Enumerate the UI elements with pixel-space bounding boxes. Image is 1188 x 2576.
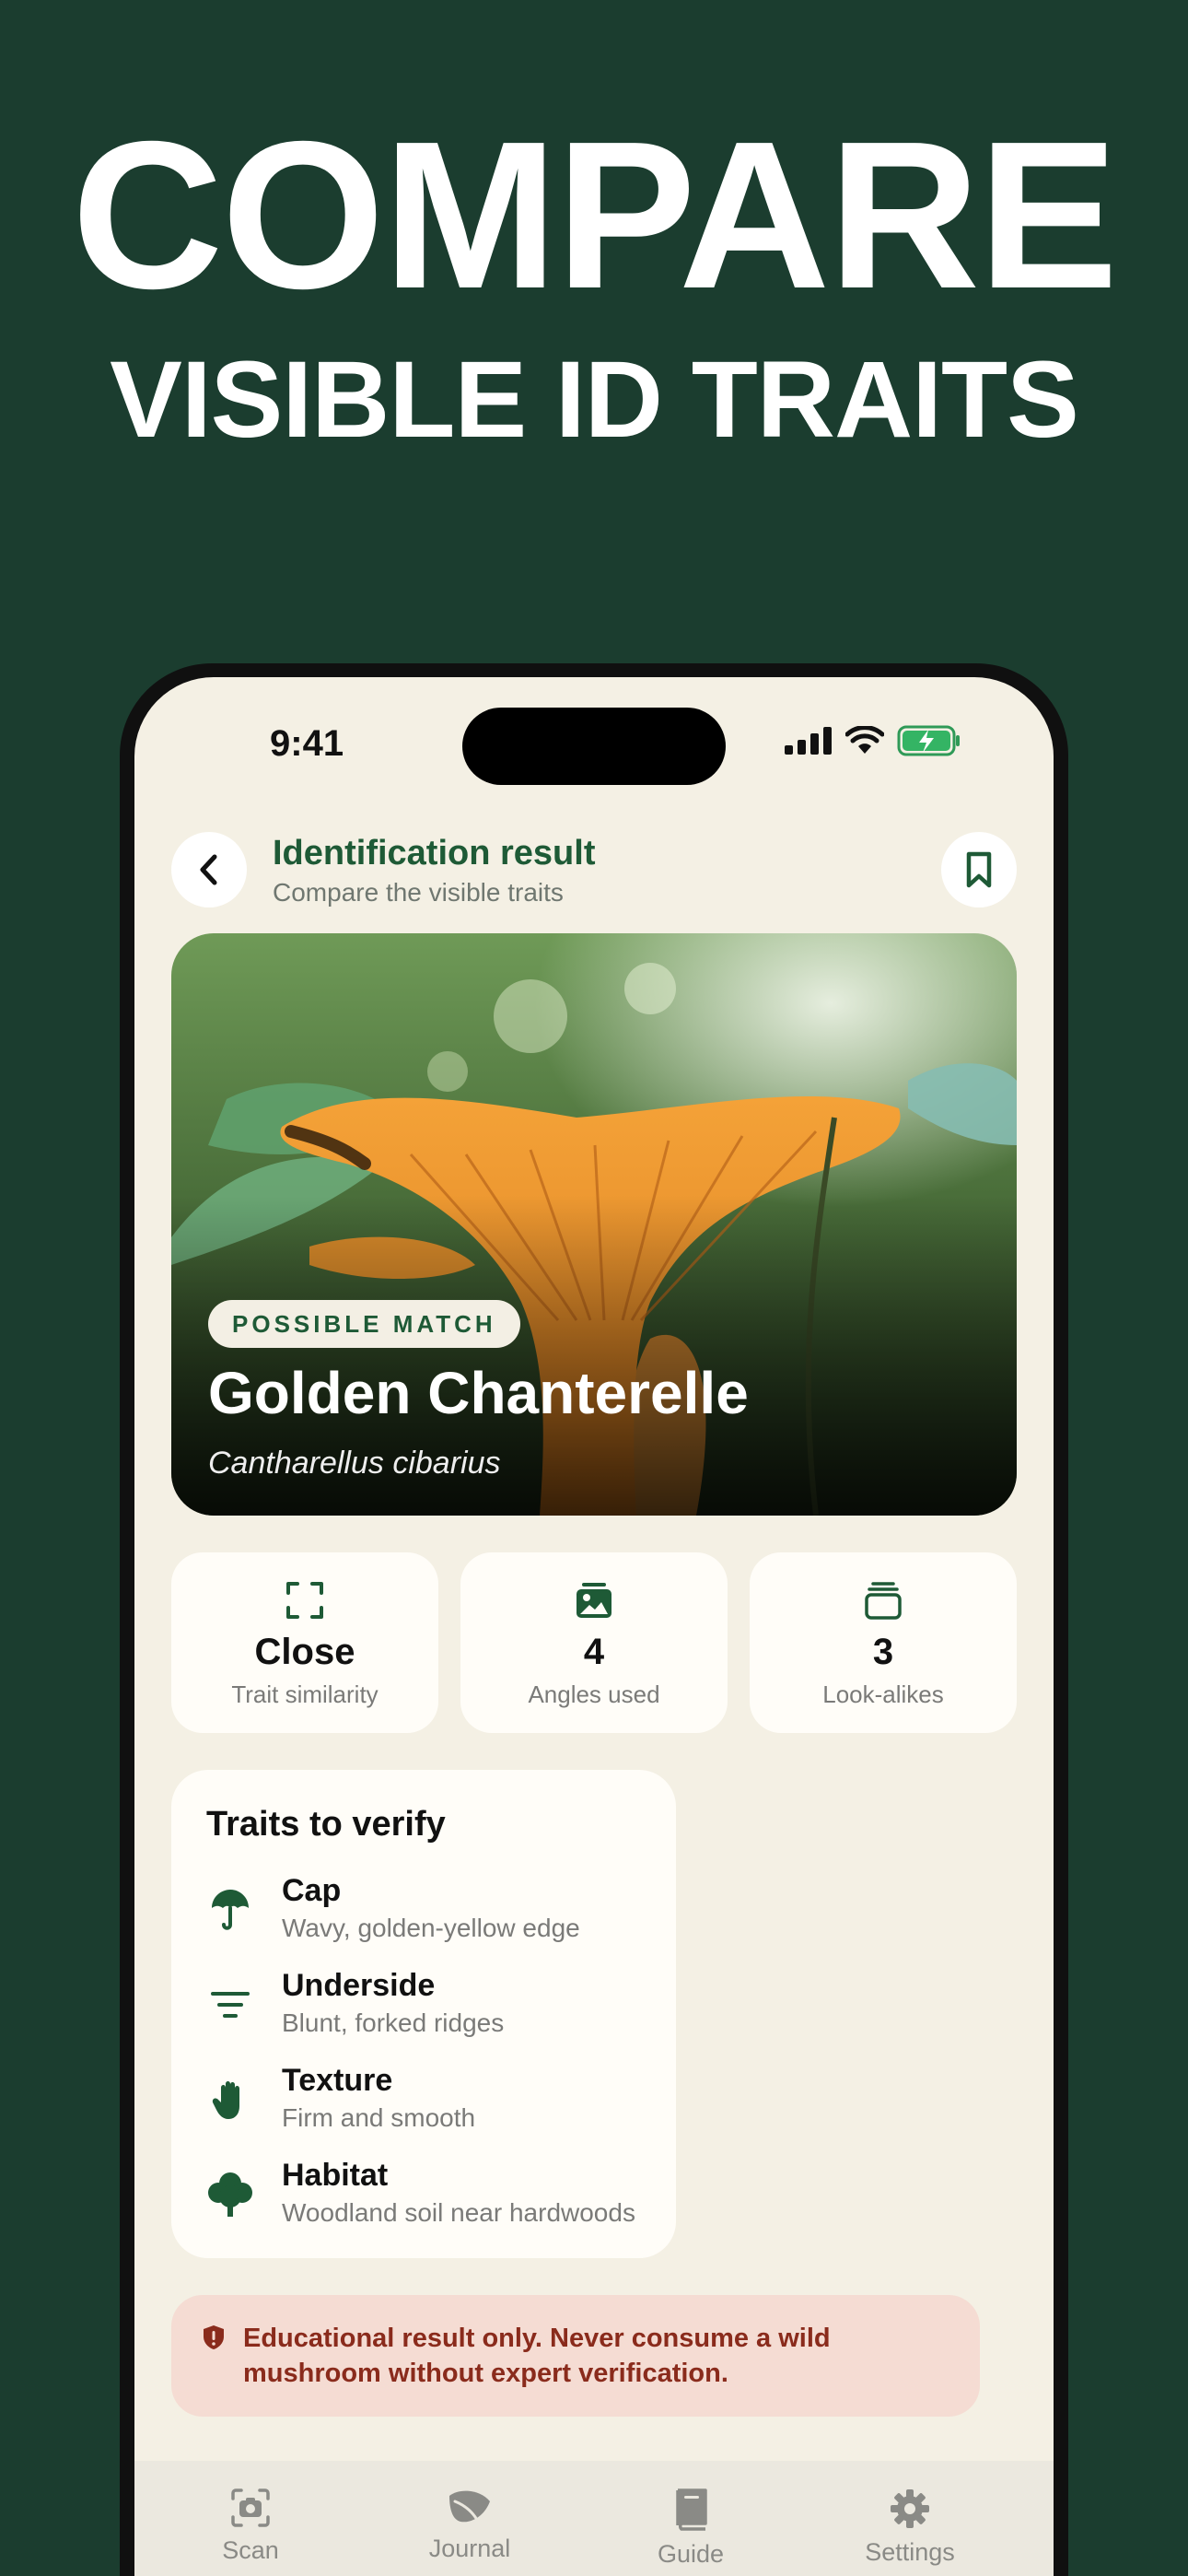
species-scientific-name: Cantharellus cibarius (208, 1446, 501, 1481)
trait-name: Texture (282, 2063, 393, 2098)
trait-row-texture[interactable]: Texture Firm and smooth (204, 2063, 665, 2146)
bookmark-icon (966, 851, 992, 888)
stat-label: Trait similarity (231, 1680, 379, 1708)
book-icon (676, 2488, 707, 2531)
tab-label: Guide (657, 2540, 725, 2568)
battery-charging-icon (897, 725, 960, 756)
tab-label: Scan (222, 2536, 279, 2564)
traits-title: Traits to verify (206, 1805, 446, 1844)
stat-card-angles-used[interactable]: 4 Angles used (460, 1552, 728, 1733)
trait-description: Wavy, golden-yellow edge (282, 1914, 580, 1942)
gear-icon (891, 2489, 929, 2528)
tab-label: Journal (428, 2535, 511, 2562)
trait-name: Underside (282, 1968, 436, 2003)
stat-value: Close (254, 1632, 355, 1672)
wifi-icon (845, 726, 884, 754)
result-hero-card[interactable]: POSSIBLE MATCH Golden Chanterelle Cantha… (171, 933, 1017, 1516)
trait-name: Cap (282, 1873, 342, 1908)
hand-icon (204, 2074, 256, 2125)
warning-text: Educational result only. Never consume a… (243, 2324, 831, 2388)
phone-screen: 9:41 Identification result Compare the v… (134, 677, 1054, 2576)
page-title: Identification result (273, 834, 596, 872)
trait-description: Firm and smooth (282, 2103, 476, 2132)
stat-card-look-alikes[interactable]: 3 Look-alikes (750, 1552, 1017, 1733)
trait-name: Habitat (282, 2158, 389, 2193)
stat-label: Angles used (528, 1680, 660, 1708)
trait-description: Woodland soil near hardwoods (282, 2198, 635, 2227)
bookmark-button[interactable] (941, 832, 1017, 907)
trait-description: Blunt, forked ridges (282, 2008, 505, 2037)
cellular-signal-icon (785, 727, 832, 755)
photo-stack-icon (575, 1580, 613, 1621)
trait-row-underside[interactable]: Underside Blunt, forked ridges (204, 1968, 665, 2051)
stat-value: 4 (583, 1632, 605, 1672)
tree-icon (204, 2169, 256, 2220)
mushroom-photo (171, 933, 1017, 1516)
tab-label: Settings (865, 2538, 955, 2566)
stat-value: 3 (872, 1632, 894, 1672)
cards-stack-icon (864, 1580, 903, 1621)
trait-row-cap[interactable]: Cap Wavy, golden-yellow edge (204, 1873, 665, 1956)
safety-warning-banner: Educational result only. Never consume a… (171, 2295, 980, 2417)
alert-shield-icon (203, 2324, 225, 2355)
umbrella-icon (204, 1884, 256, 1936)
stat-label: Look-alikes (822, 1680, 944, 1708)
status-time: 9:41 (270, 723, 344, 764)
tab-scan[interactable]: Scan (168, 2488, 333, 2565)
status-icons (785, 725, 961, 756)
camera-icon (231, 2488, 270, 2527)
trait-row-habitat[interactable]: Habitat Woodland soil near hardwoods (204, 2158, 665, 2241)
possible-match-badge: POSSIBLE MATCH (208, 1300, 520, 1348)
stat-card-trait-similarity[interactable]: Close Trait similarity (171, 1552, 438, 1733)
chevron-left-icon (200, 854, 217, 885)
marketing-subheadline: VISIBLE ID TRAITS (110, 339, 1079, 461)
marketing-headline: COMPARE (71, 99, 1118, 333)
lines-icon (204, 1979, 256, 2031)
species-common-name: Golden Chanterelle (208, 1360, 749, 1426)
focus-frame-icon (285, 1580, 324, 1621)
tab-bar: Scan Journal Guide Settings (134, 2461, 1054, 2576)
tab-journal[interactable]: Journal (387, 2488, 553, 2563)
traits-card: Traits to verify Cap Wavy, golden-yellow… (171, 1770, 676, 2258)
leaf-icon (449, 2490, 490, 2523)
back-button[interactable] (171, 832, 247, 907)
tab-settings[interactable]: Settings (827, 2488, 993, 2567)
page-subtitle: Compare the visible traits (273, 878, 564, 907)
dynamic-island (462, 708, 726, 785)
tab-guide[interactable]: Guide (608, 2488, 774, 2569)
